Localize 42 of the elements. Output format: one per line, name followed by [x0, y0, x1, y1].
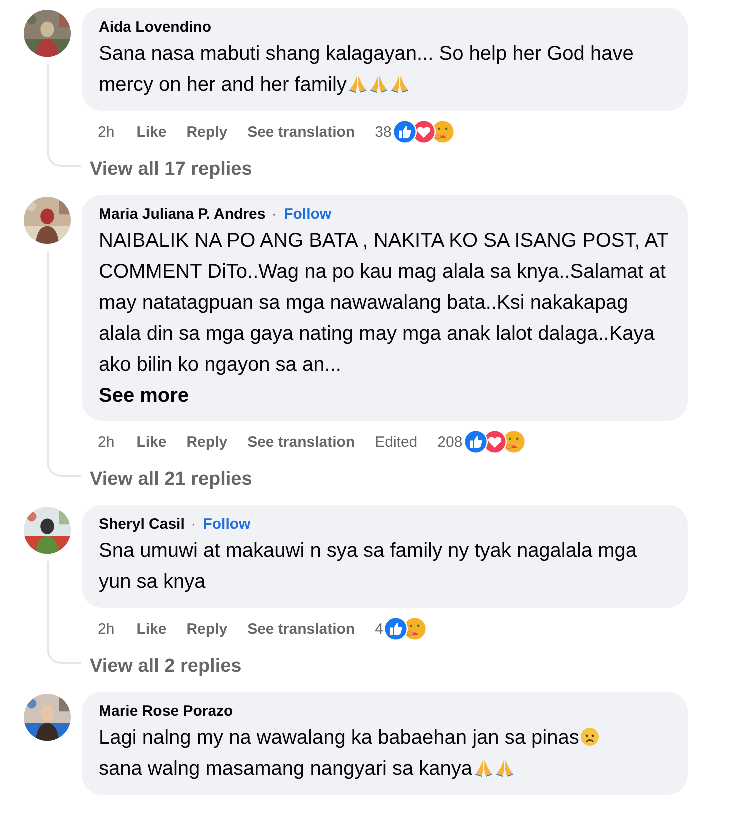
praying-hands-icon: [494, 758, 515, 778]
separator-dot: ·: [191, 516, 196, 533]
reaction-count: 208: [438, 434, 463, 450]
timestamp: 2h: [98, 124, 115, 140]
action-link[interactable]: Like: [136, 620, 167, 638]
thumbs-up-icon: [464, 430, 488, 454]
sad-face-icon: [580, 727, 600, 747]
reaction-count: 38: [375, 124, 392, 140]
author-name[interactable]: Aida Lovendino: [99, 19, 212, 36]
action-link[interactable]: Reply: [186, 124, 228, 140]
action-link[interactable]: See translation: [248, 124, 356, 140]
follow-link[interactable]: Follow: [203, 516, 251, 533]
see-more-link[interactable]: See more: [99, 381, 670, 411]
comment-text: NAIBALIK NA PO ANG BATA , NAKITA KO SA ISANG POST, AT COMMENT DiTo..Wag na po kau mag alala sa knya..Salamat at may natatagpuan sa mga nawawalang bata..Ksi nakakapag alala din sa mga gaya nating may mga anak lalot dalaga..Kaya ako bilin ko ngayon sa an...: [99, 229, 670, 378]
action-link[interactable]: Like: [136, 434, 167, 450]
comment-text: Lagi nalng my na wawalang ka babaehan jan sa pinas sana walng masamang nangyari sa kanya: [99, 723, 670, 785]
hugging-face-icon: [403, 617, 428, 641]
action-link[interactable]: Like: [136, 124, 167, 140]
author-name[interactable]: Maria Juliana P. Andres: [99, 206, 266, 223]
view-replies-link[interactable]: View all 2 replies: [82, 642, 688, 678]
action-link[interactable]: See translation: [248, 434, 356, 450]
thumbs-up-icon: [384, 617, 408, 641]
timestamp: 2h: [98, 434, 115, 450]
comment-text: Sna umuwi at makauwi n sya sa family ny tyak nagalala mga yun sa knya: [99, 539, 638, 595]
action-link[interactable]: Reply: [186, 434, 228, 450]
author-name[interactable]: Sheryl Casil: [99, 516, 185, 533]
edited-label: Edited: [375, 434, 418, 450]
praying-hands-icon: [474, 758, 494, 778]
action-link[interactable]: Reply: [186, 620, 228, 638]
thumbs-up-icon: [392, 120, 417, 144]
praying-hands-icon: [390, 74, 410, 94]
praying-hands-icon: [368, 74, 389, 94]
view-replies-link[interactable]: View all 21 replies: [82, 455, 688, 491]
reaction-count: 4: [375, 620, 384, 638]
praying-hands-icon: [348, 74, 368, 94]
view-replies-link[interactable]: View all 17 replies: [82, 145, 688, 181]
separator-dot: ·: [272, 206, 277, 223]
timestamp: 2h: [98, 620, 115, 638]
action-link[interactable]: See translation: [248, 620, 356, 638]
follow-link[interactable]: Follow: [284, 206, 332, 223]
author-name[interactable]: Marie Rose Porazo: [99, 703, 234, 720]
comment-text: Sana nasa mabuti shang kalagayan... So help her God have mercy on her and her family: [99, 42, 635, 98]
